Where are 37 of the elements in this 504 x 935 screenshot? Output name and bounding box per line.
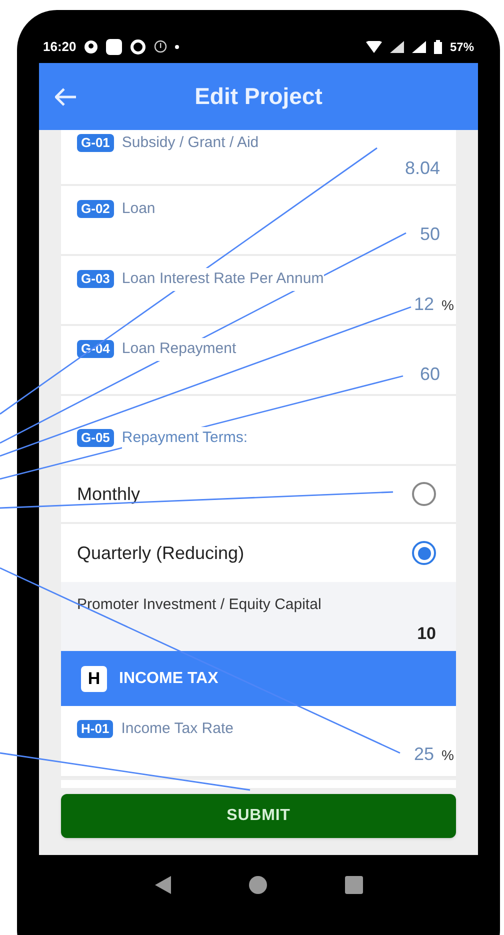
battery-percent: 57% (450, 38, 474, 56)
field-code: G-01 (77, 134, 114, 152)
field-code: G-02 (77, 200, 114, 218)
value-input[interactable]: 12 (414, 290, 434, 318)
value-input[interactable]: 25 (414, 741, 434, 768)
section-title: INCOME TAX (119, 668, 218, 688)
recents-icon[interactable] (344, 876, 362, 894)
section-letter: H (81, 666, 107, 692)
radio-option[interactable]: Quarterly (Reducing) (61, 524, 456, 582)
back-icon[interactable] (154, 876, 170, 894)
summary-value: 10 (417, 622, 436, 644)
signal-icon (412, 40, 426, 52)
status-time: 16:20 (43, 38, 76, 56)
field-code: G-03 (77, 270, 114, 288)
radio-button[interactable] (412, 541, 436, 565)
unit-label: % (440, 296, 454, 314)
ring-icon (130, 38, 146, 54)
back-arrow-icon[interactable] (55, 88, 77, 106)
field-code: G-05 (77, 429, 114, 447)
signal-icon (390, 40, 404, 52)
radio-button[interactable] (412, 482, 436, 506)
field-label: Repayment Terms: (122, 426, 248, 450)
value-input[interactable]: 60 (420, 360, 440, 388)
submit-button[interactable]: SUBMIT (61, 794, 456, 838)
battery-icon (434, 40, 442, 54)
info-icon (154, 40, 168, 53)
value-input[interactable]: 50 (420, 220, 440, 248)
field-code: H-01 (77, 720, 114, 738)
radio-option[interactable]: Monthly (61, 466, 456, 524)
value-input[interactable]: 8.04 (404, 154, 440, 182)
app-bar-title: Edit Project (194, 82, 324, 112)
summary-label: Promoter Investment / Equity Capital (77, 595, 322, 615)
field-label: Loan Repayment (122, 338, 236, 360)
home-icon[interactable] (248, 876, 266, 894)
wifi-icon (366, 40, 382, 52)
field-label: Loan Interest Rate Per Annum (122, 268, 324, 290)
unit-label: % (440, 746, 454, 765)
